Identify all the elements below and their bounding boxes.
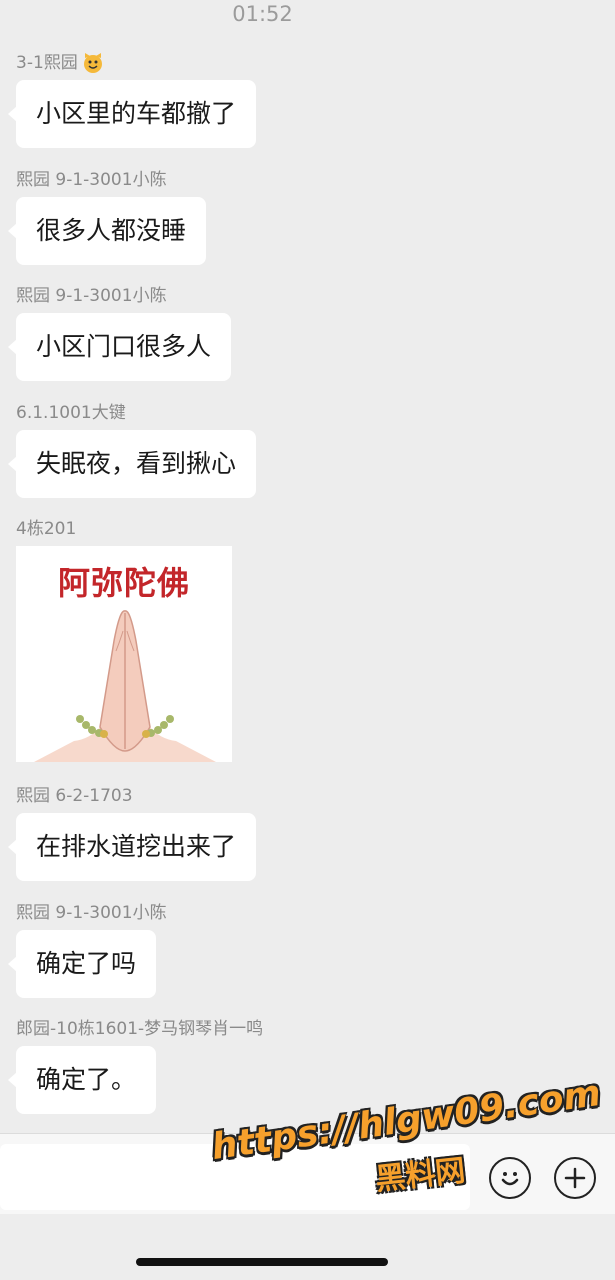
sender-name: 3-1熙园 [16,53,78,73]
message-item: 6.1.1001大键 失眠夜，看到揪心 [7,402,257,498]
message-bubble[interactable]: 在排水道挖出来了 [7,813,257,881]
message-item: 熙园 9-1-3001小陈 很多人都没睡 [7,169,207,265]
sticker-image[interactable]: 阿弥陀佛 [16,546,232,762]
message-bubble[interactable]: 小区门口很多人 [7,313,232,381]
message-item: 熙园 6-2-1703 在排水道挖出来了 [7,785,257,881]
sender-name: 郎园-10栋1601-梦马钢琴肖一鸣 [16,1019,264,1039]
emoji-button[interactable] [489,1157,531,1199]
praying-hands-illustration [34,610,216,762]
more-button[interactable] [554,1157,596,1199]
sender-name: 6.1.1001大键 [16,403,126,423]
message-item: 熙园 9-1-3001小陈 确定了吗 [7,902,167,998]
watermark-name: 黑料网 [373,1153,467,1198]
message-bubble[interactable]: 确定了。 [7,1046,157,1114]
sender-name: 熙园 6-2-1703 [16,786,133,806]
home-indicator[interactable] [136,1258,388,1266]
message-item: 3-1熙园 小区里的车都撤了 [7,52,257,148]
message-item: 4栋201 阿弥陀佛 [16,518,232,762]
sender-name: 熙园 9-1-3001小陈 [16,170,167,190]
cat-face-icon [82,52,104,74]
plus-icon [564,1167,586,1189]
sender-name: 熙园 9-1-3001小陈 [16,903,167,923]
status-time: 01:52 [232,2,293,26]
smiley-icon [501,1172,519,1186]
message-item: 郎园-10栋1601-梦马钢琴肖一鸣 确定了。 [7,1018,264,1114]
sender-name: 熙园 9-1-3001小陈 [16,286,167,306]
message-bubble[interactable]: 小区里的车都撤了 [7,80,257,148]
message-item: 熙园 9-1-3001小陈 小区门口很多人 [7,285,232,381]
message-bubble[interactable]: 很多人都没睡 [7,197,207,265]
message-bubble[interactable]: 失眠夜，看到揪心 [7,430,257,498]
message-bubble[interactable]: 确定了吗 [7,930,157,998]
sender-name: 4栋201 [16,519,77,539]
sticker-text: 阿弥陀佛 [57,564,190,602]
sender-name-row: 3-1熙园 [16,52,256,74]
